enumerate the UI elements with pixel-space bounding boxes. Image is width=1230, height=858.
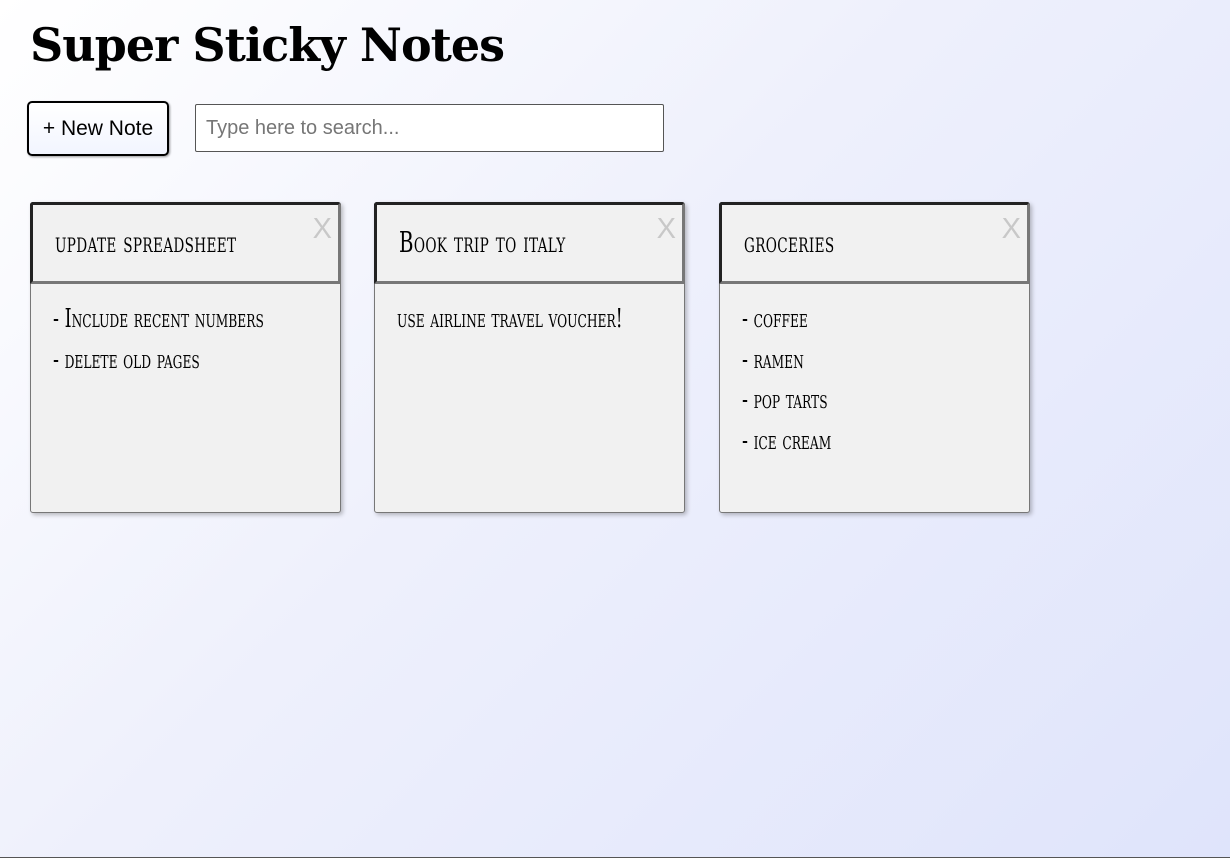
note-card[interactable]: groceries X - coffee - ramen - pop tarts… xyxy=(719,202,1030,513)
note-line: - ice cream xyxy=(742,425,832,456)
note-header: groceries X xyxy=(719,202,1030,284)
search-input[interactable] xyxy=(195,104,664,152)
note-title[interactable]: Book trip to italy xyxy=(399,225,566,259)
close-icon[interactable]: X xyxy=(657,213,676,245)
note-body[interactable]: - Include recent numbers - delete old pa… xyxy=(53,299,330,380)
note-body[interactable]: - coffee - ramen - pop tarts - ice cream xyxy=(742,299,1019,461)
note-card[interactable]: update spreadsheet X - Include recent nu… xyxy=(30,202,341,513)
toolbar: + New Note xyxy=(27,101,667,156)
app-title: Super Sticky Notes xyxy=(30,18,505,72)
note-header: Book trip to italy X xyxy=(374,202,685,284)
note-header: update spreadsheet X xyxy=(30,202,341,284)
close-icon[interactable]: X xyxy=(313,213,332,245)
note-line: - delete old pages xyxy=(53,344,200,375)
close-icon[interactable]: X xyxy=(1002,213,1021,245)
note-card[interactable]: Book trip to italy X use airline travel … xyxy=(374,202,685,513)
new-note-button[interactable]: + New Note xyxy=(27,101,169,156)
note-line: use airline travel voucher! xyxy=(397,304,623,334)
note-line: - Include recent numbers xyxy=(53,304,264,334)
note-title[interactable]: update spreadsheet xyxy=(55,225,236,259)
note-line: - coffee xyxy=(742,304,808,334)
note-body[interactable]: use airline travel voucher! xyxy=(397,299,674,340)
note-title[interactable]: groceries xyxy=(744,225,835,259)
note-line: - pop tarts xyxy=(742,385,828,415)
note-line: - ramen xyxy=(742,344,804,375)
